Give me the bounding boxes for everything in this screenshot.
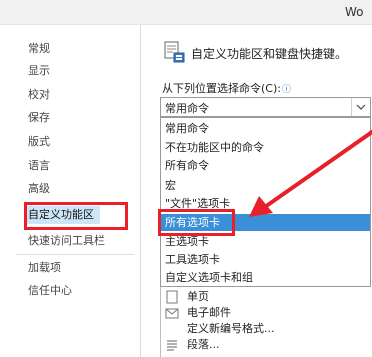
customize-ribbon-icon (163, 41, 185, 63)
nav-item-trust-center[interactable]: 信任中心 (28, 282, 72, 300)
nav-item-add-ins[interactable]: 加载项 (28, 259, 61, 277)
dropdown-option[interactable]: 所有命令 (161, 157, 370, 174)
dropdown-option[interactable]: 自定义选项卡和组 (161, 269, 370, 286)
command-item[interactable]: 单页 (187, 289, 209, 305)
dropdown-selected-value: 常用命令 (165, 102, 209, 115)
nav-item-proofing[interactable]: 校对 (28, 86, 50, 104)
command-item[interactable]: 定义新编号格式... (187, 321, 275, 337)
page-icon (165, 290, 179, 304)
chevron-down-icon[interactable] (351, 98, 370, 116)
command-item[interactable]: 段落... (187, 337, 220, 353)
dropdown-option[interactable]: 常用命令 (161, 120, 370, 137)
nav-item-display[interactable]: 显示 (28, 62, 50, 80)
options-nav: 常规 显示 校对 保存 版式 语言 高级 自定义功能区 快速访问工具栏 加载项 … (0, 25, 141, 357)
commands-list: 单页 电子邮件 定义新编号格式... 段落... (160, 287, 372, 357)
choose-commands-label: 从下列位置选择命令(C):ⓘ (162, 80, 291, 96)
dropdown-options-list: 常用命令 不在功能区中的命令 所有命令 宏 "文件"选项卡 所有选项卡 主选项卡… (160, 117, 371, 287)
dropdown-option[interactable]: 工具选项卡 (161, 251, 370, 268)
nav-item-advanced[interactable]: 高级 (28, 180, 50, 198)
choose-commands-dropdown[interactable]: 常用命令 (160, 97, 371, 117)
nav-item-layout[interactable]: 版式 (28, 133, 50, 151)
nav-item-general[interactable]: 常规 (28, 40, 50, 58)
nav-divider (16, 254, 134, 255)
title-bar: Wo (0, 0, 372, 25)
dropdown-option[interactable]: 宏 (161, 177, 370, 194)
email-icon (165, 306, 179, 320)
command-item[interactable]: 电子邮件 (187, 305, 231, 321)
window-title: Wo (345, 5, 364, 19)
annotation-box-option (158, 209, 235, 236)
annotation-box-nav (24, 202, 128, 230)
dropdown-option[interactable]: 不在功能区中的命令 (161, 139, 370, 156)
paragraph-icon (165, 338, 179, 352)
nav-item-save[interactable]: 保存 (28, 109, 50, 127)
nav-item-language[interactable]: 语言 (28, 157, 50, 175)
choose-commands-label-text: 从下列位置选择命令(C): (162, 82, 281, 95)
info-icon: ⓘ (281, 85, 291, 95)
nav-item-quick-access-toolbar[interactable]: 快速访问工具栏 (28, 232, 105, 250)
section-heading: 自定义功能区和键盘快捷键。 (191, 47, 348, 61)
